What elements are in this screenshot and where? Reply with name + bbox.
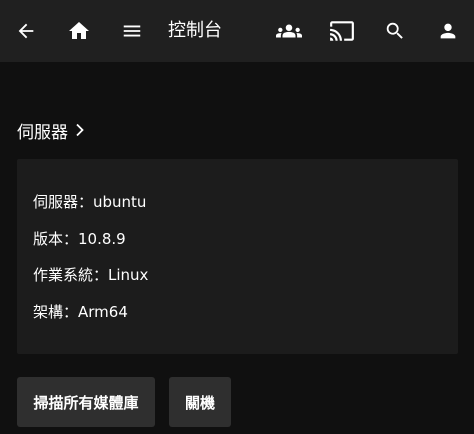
search-icon bbox=[386, 22, 403, 39]
page-title: 控制台 bbox=[168, 20, 222, 41]
menu-button[interactable] bbox=[114, 13, 150, 49]
arrow-back-icon bbox=[18, 23, 34, 39]
home-icon bbox=[69, 22, 89, 39]
server-info-card: 伺服器：ubuntu 版本：10.8.9 作業系統：Linux 架構：Arm64 bbox=[17, 159, 458, 354]
account-button[interactable] bbox=[430, 13, 466, 49]
users-button[interactable] bbox=[271, 13, 307, 49]
top-app-bar: 控制台 bbox=[0, 0, 474, 62]
account-icon bbox=[440, 23, 456, 39]
shutdown-button[interactable]: 關機 bbox=[169, 377, 231, 427]
version-row: 版本：10.8.9 bbox=[33, 230, 126, 248]
chevron-right-icon bbox=[74, 123, 86, 137]
server-name-row: 伺服器：ubuntu bbox=[33, 193, 147, 211]
os-row: 作業系統：Linux bbox=[33, 266, 149, 284]
architecture-row: 架構：Arm64 bbox=[33, 303, 128, 321]
search-button[interactable] bbox=[377, 13, 413, 49]
home-button[interactable] bbox=[61, 13, 97, 49]
section-title: 伺服器 bbox=[17, 122, 68, 143]
back-button[interactable] bbox=[8, 13, 44, 49]
server-section-link[interactable]: 伺服器 bbox=[17, 117, 86, 143]
scan-all-libraries-button[interactable]: 掃描所有媒體庫 bbox=[17, 377, 155, 427]
users-group-icon bbox=[276, 24, 302, 38]
cast-icon bbox=[330, 21, 354, 41]
cast-button[interactable] bbox=[324, 13, 360, 49]
hamburger-menu-icon bbox=[123, 25, 141, 37]
